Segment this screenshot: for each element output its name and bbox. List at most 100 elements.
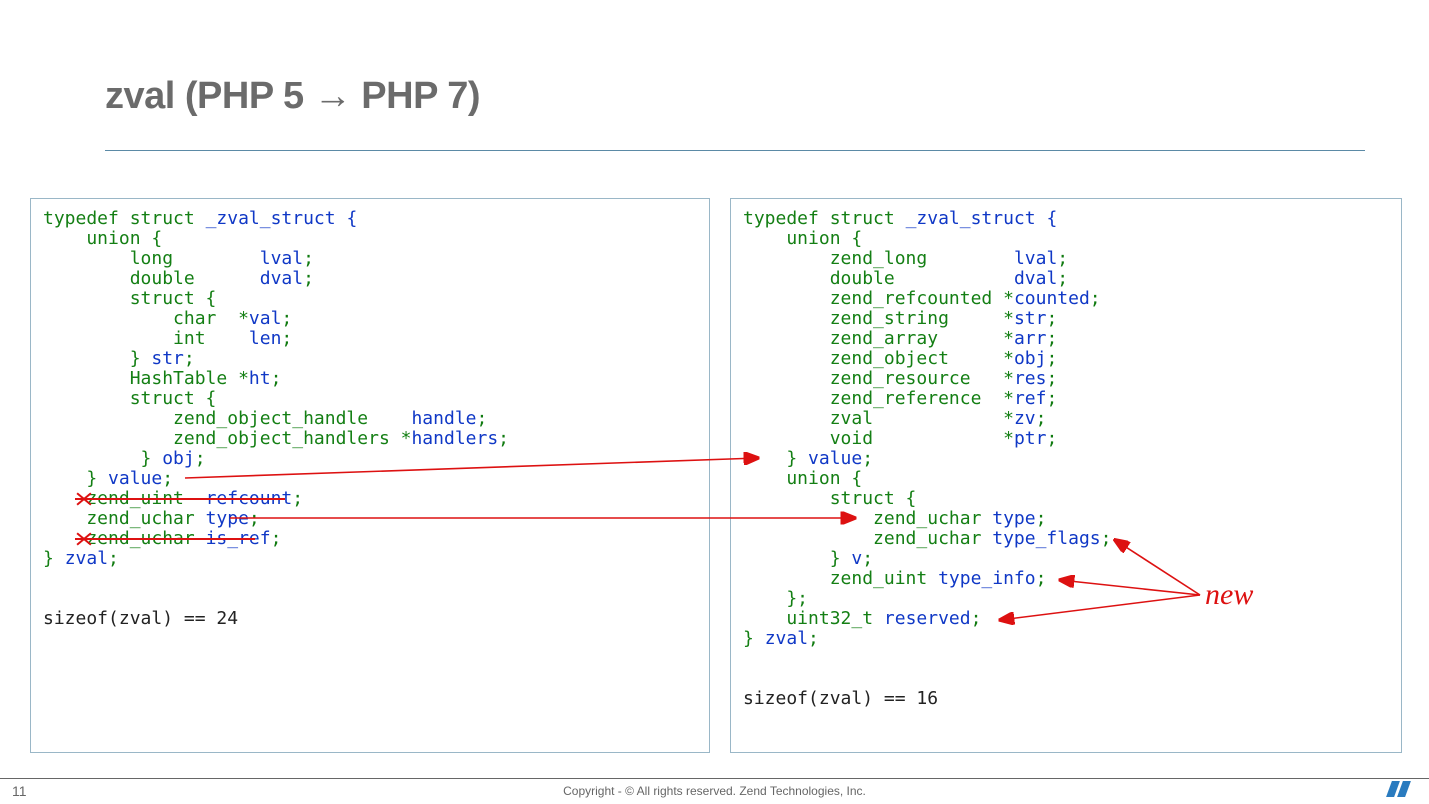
code-token: uint32_t [743,608,884,629]
code-token: zend_uchar [743,508,992,529]
code-token: ; [271,528,282,549]
code-token: ; [271,368,282,389]
code-token: zend_string * [743,308,1014,329]
code-token: ; [249,508,260,529]
sizeof-note: sizeof(zval) == 16 [743,688,938,709]
code-token: str [151,348,184,369]
code-token: ; [1101,528,1112,549]
code-token: ; [1057,248,1068,269]
code-token: double [43,268,260,289]
code-token: ptr [1014,428,1047,449]
code-token: int [43,328,249,349]
code-token: type [206,508,249,529]
code-token: _zval_struct { [906,208,1058,229]
code-token: arr [1014,328,1047,349]
code-token: obj [1014,348,1047,369]
code-token: ; [281,328,292,349]
code-token: res [1014,368,1047,389]
slide-title: zval (PHP 5 → PHP 7) [105,75,480,118]
slide: zval (PHP 5 → PHP 7) typedef struct _zva… [0,0,1429,804]
code-token: obj [162,448,195,469]
code-token: ; [281,308,292,329]
code-token: struct { [43,388,216,409]
footer-rule [0,778,1429,779]
new-label: new [1205,578,1253,612]
code-token: ; [1057,268,1068,289]
code-token: ; [303,248,314,269]
title-rule [105,150,1365,151]
code-token: dval [260,268,303,289]
code-token: ; [1046,368,1057,389]
code-token: type_info [938,568,1036,589]
code-token: ; [292,488,303,509]
code-token: } [743,628,765,649]
zend-logo-icon [1387,779,1411,799]
code-token: handlers [411,428,498,449]
code-token: counted [1014,288,1090,309]
code-token: typedef struct [743,208,906,229]
code-token: ; [862,548,873,569]
code-token: ; [1046,308,1057,329]
code-token: value [808,448,862,469]
code-token: ; [1036,508,1047,529]
code-token: reserved [884,608,971,629]
code-token: union { [43,228,162,249]
code-token: ; [1046,328,1057,349]
code-token: zend_object_handle [43,408,411,429]
code-token: ; [862,448,873,469]
strike-refcount [75,498,285,500]
code-token: lval [1014,248,1057,269]
code-token: } [43,448,162,469]
code-token: zend_refcounted * [743,288,1014,309]
code-token: zend_long [743,248,1014,269]
code-token: ; [477,408,488,429]
code-token: type_flags [992,528,1100,549]
code-token: zend_uchar [743,528,992,549]
code-token: ; [1036,408,1047,429]
code-token: zend_array * [743,328,1014,349]
code-token: ; [184,348,195,369]
code-token: zval [65,548,108,569]
code-token: zend_object_handlers * [43,428,411,449]
code-token: zend_reference * [743,388,1014,409]
code-token: zval * [743,408,1014,429]
code-token: } [743,448,808,469]
code-token: long [43,248,260,269]
code-token: ; [1046,428,1057,449]
code-token: double [743,268,1014,289]
code-token: _zval_struct { [206,208,358,229]
copyright-text: Copyright - © All rights reserved. Zend … [0,784,1429,798]
strike-isref [75,538,255,540]
code-php5: typedef struct _zval_struct { union { lo… [30,198,710,753]
code-token: } [43,348,151,369]
code-token: }; [743,588,808,609]
code-token: dval [1014,268,1057,289]
code-token: union { [743,228,862,249]
code-php7: typedef struct _zval_struct { union { ze… [730,198,1402,753]
code-token: value [108,468,162,489]
code-token: union { [743,468,862,489]
code-token: type [992,508,1035,529]
code-token: } [43,468,108,489]
code-token: ; [808,628,819,649]
code-token: zend_uchar [43,508,206,529]
code-token: str [1014,308,1047,329]
code-token: typedef struct [43,208,206,229]
code-token: v [851,548,862,569]
code-token: ; [1046,388,1057,409]
code-token: ; [1036,568,1047,589]
code-token: ; [303,268,314,289]
code-token: ht [249,368,271,389]
code-token: val [249,308,282,329]
code-token: char * [43,308,249,329]
code-token: ; [195,448,206,469]
code-token: ; [108,548,119,569]
code-token: ref [1014,388,1047,409]
code-token: } [743,548,851,569]
sizeof-note: sizeof(zval) == 24 [43,608,238,629]
code-token: zval [765,628,808,649]
code-token: lval [260,248,303,269]
code-token: ; [1090,288,1101,309]
code-token: len [249,328,282,349]
code-token: ; [498,428,509,449]
